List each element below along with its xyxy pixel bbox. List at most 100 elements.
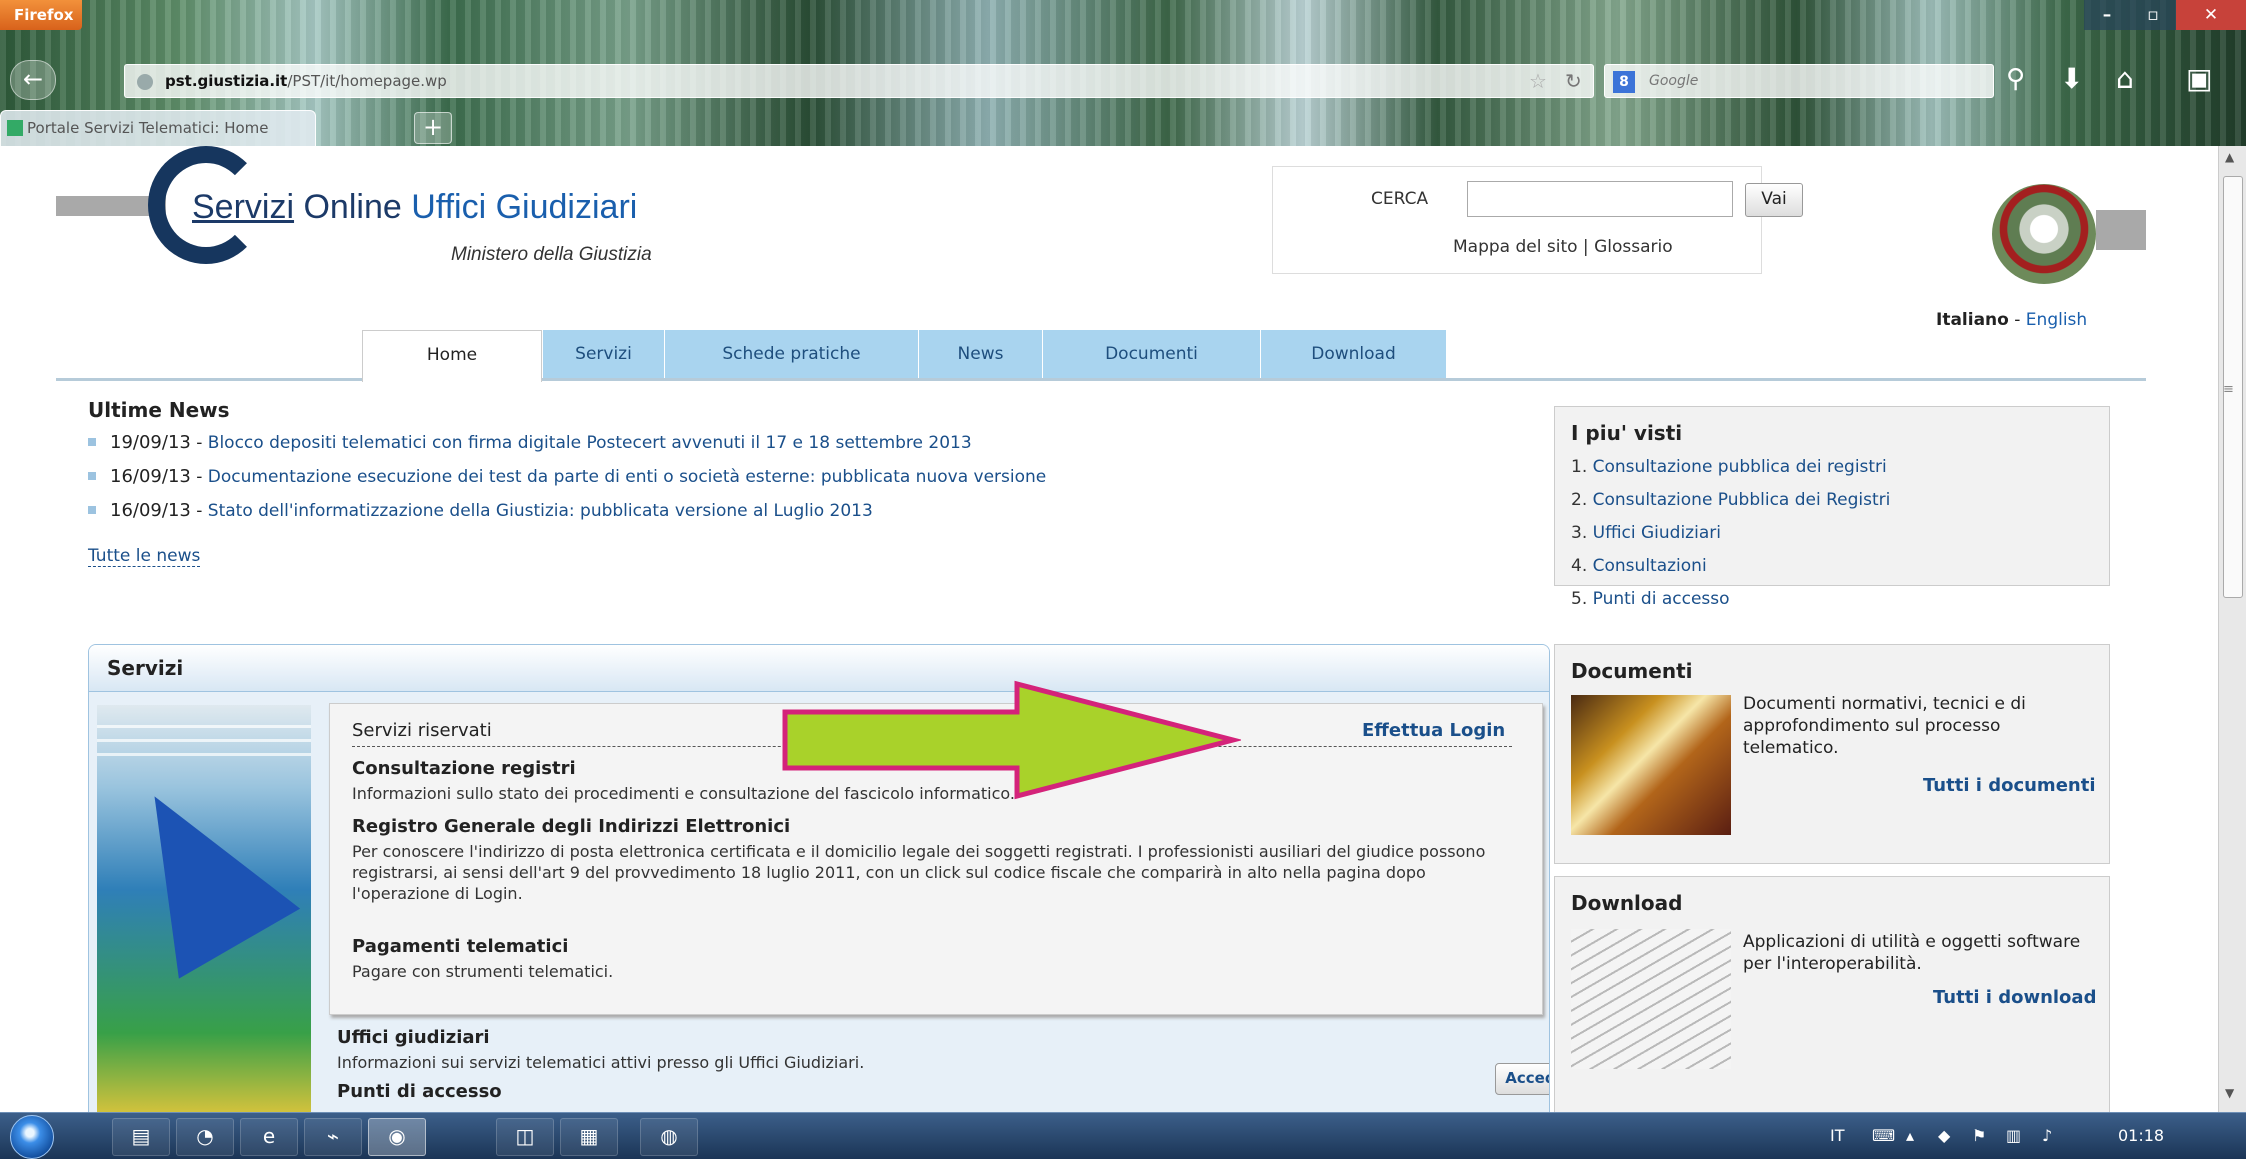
service-item[interactable]: Pagamenti telematici Pagare con strument… bbox=[352, 936, 1512, 982]
most-visited-box: I piu' visti 1. Consultazione pubblica d… bbox=[1554, 406, 2110, 609]
scroll-down-icon[interactable]: ▼ bbox=[2225, 1086, 2234, 1100]
news-link[interactable]: Stato dell'informatizzazione della Giust… bbox=[208, 501, 873, 521]
scroll-up-icon[interactable]: ▲ bbox=[2225, 150, 2234, 164]
vertical-scrollbar[interactable]: ▲ ≡ ▼ bbox=[2218, 146, 2246, 1112]
list-link[interactable]: Uffici Giudiziari bbox=[1593, 523, 1721, 543]
google-icon[interactable]: 8 bbox=[1613, 71, 1635, 93]
documents-image bbox=[1571, 695, 1731, 835]
list-link[interactable]: Consultazioni bbox=[1593, 556, 1707, 576]
search-label: CERCA bbox=[1371, 189, 1429, 209]
glossary-link[interactable]: Glossario bbox=[1594, 237, 1673, 257]
documenti-box: Documenti Documenti normativi, tecnici e… bbox=[1554, 644, 2110, 864]
news-list: 19/09/13 - Blocco depositi telematici co… bbox=[88, 432, 1046, 534]
search-bar[interactable]: 8 Google bbox=[1604, 64, 1994, 98]
news-link[interactable]: Blocco depositi telematici con firma dig… bbox=[208, 433, 972, 453]
taskbar-explorer-icon[interactable]: ▤ bbox=[112, 1118, 170, 1156]
site-identity-icon[interactable] bbox=[137, 74, 153, 90]
volume-icon[interactable]: ♪ bbox=[2042, 1126, 2052, 1145]
input-language-indicator[interactable]: IT bbox=[1830, 1126, 1845, 1145]
taskbar-app2-icon[interactable]: ▦ bbox=[560, 1118, 618, 1156]
uffici-title[interactable]: Uffici giudiziari bbox=[337, 1027, 1537, 1048]
action-center-flag-icon[interactable]: ⚑ bbox=[1972, 1126, 1986, 1145]
tab-news[interactable]: News bbox=[918, 330, 1042, 378]
list-item[interactable]: 3. Uffici Giudiziari bbox=[1571, 523, 1890, 556]
close-window-button[interactable]: ✕ bbox=[2176, 0, 2246, 30]
clock[interactable]: 01:18 bbox=[2118, 1126, 2164, 1145]
tray-expand-icon[interactable]: ▴ bbox=[1906, 1126, 1914, 1145]
logo-word-servizi: Servizi bbox=[192, 188, 295, 226]
all-downloads-link[interactable]: Tutti i download bbox=[1933, 987, 2096, 1008]
back-button[interactable]: ← bbox=[10, 60, 56, 100]
download-heading: Download bbox=[1571, 891, 1683, 915]
search-go-button[interactable]: Vai bbox=[1745, 183, 1803, 217]
lang-italiano[interactable]: Italiano bbox=[1936, 310, 2009, 330]
links-separator: | bbox=[1577, 237, 1595, 257]
list-number: 4. bbox=[1571, 556, 1588, 576]
search-magnifier-icon[interactable]: ⚲ bbox=[2006, 64, 2025, 94]
home-icon[interactable]: ⌂ bbox=[2116, 62, 2134, 95]
service-title[interactable]: Registro Generale degli Indirizzi Elettr… bbox=[352, 816, 1512, 837]
accedi-button[interactable]: Accedi bbox=[1495, 1063, 1549, 1095]
taskbar-acrobat-icon[interactable]: ⌁ bbox=[304, 1118, 362, 1156]
windows-taskbar: ▤ ◔ e ⌁ ◉ ◫ ▦ ◍ IT ⌨ ▴ ◆ ⚑ ▥ ♪ 01:18 bbox=[0, 1112, 2246, 1159]
news-sep: - bbox=[190, 467, 208, 487]
most-visited-list: 1. Consultazione pubblica dei registri 2… bbox=[1571, 457, 1890, 622]
security-tray-icon[interactable]: ◆ bbox=[1938, 1126, 1950, 1145]
site-search-input[interactable] bbox=[1467, 181, 1733, 217]
news-item: 16/09/13 - Documentazione esecuzione dei… bbox=[88, 466, 1046, 500]
lang-english[interactable]: English bbox=[2026, 310, 2087, 330]
taskbar-media-icon[interactable]: ◔ bbox=[176, 1118, 234, 1156]
all-documents-link[interactable]: Tutti i documenti bbox=[1923, 775, 2096, 796]
tab-servizi[interactable]: Servizi bbox=[542, 330, 664, 378]
service-item[interactable]: Registro Generale degli Indirizzi Elettr… bbox=[352, 816, 1512, 904]
address-bar[interactable]: pst.giustizia.it/PST/it/homepage.wp ☆ ↻ bbox=[124, 64, 1594, 98]
start-button[interactable] bbox=[10, 1115, 54, 1159]
minimize-button[interactable]: – bbox=[2084, 0, 2130, 30]
sitemap-link[interactable]: Mappa del sito bbox=[1453, 237, 1578, 257]
taskbar-app3-icon[interactable]: ◍ bbox=[640, 1118, 698, 1156]
downloads-icon[interactable]: ⬇ bbox=[2060, 62, 2083, 95]
bullet-icon bbox=[88, 472, 96, 480]
list-link[interactable]: Consultazione Pubblica dei Registri bbox=[1593, 490, 1891, 510]
browser-tab[interactable]: Portale Servizi Telematici: Home bbox=[0, 110, 316, 146]
tab-home[interactable]: Home bbox=[362, 330, 542, 382]
url-text: pst.giustizia.it/PST/it/homepage.wp bbox=[165, 72, 447, 90]
firefox-menu-button[interactable]: Firefox bbox=[0, 0, 82, 30]
bookmark-star-icon[interactable]: ☆ bbox=[1529, 69, 1547, 93]
keyboard-icon[interactable]: ⌨ bbox=[1872, 1126, 1895, 1145]
uffici-block: Uffici giudiziari Informazioni sui servi… bbox=[337, 1027, 1537, 1106]
list-number: 3. bbox=[1571, 523, 1588, 543]
bullet-icon bbox=[88, 438, 96, 446]
list-item[interactable]: 4. Consultazioni bbox=[1571, 556, 1890, 589]
reload-icon[interactable]: ↻ bbox=[1565, 69, 1582, 93]
url-path: /PST/it/homepage.wp bbox=[287, 72, 447, 90]
taskbar-app-icon[interactable]: ◫ bbox=[496, 1118, 554, 1156]
taskbar-ie-icon[interactable]: e bbox=[240, 1118, 298, 1156]
list-item[interactable]: 1. Consultazione pubblica dei registri bbox=[1571, 457, 1890, 490]
service-title[interactable]: Pagamenti telematici bbox=[352, 936, 1512, 957]
tab-documenti[interactable]: Documenti bbox=[1042, 330, 1260, 378]
news-item: 19/09/13 - Blocco depositi telematici co… bbox=[88, 432, 1046, 466]
site-search-box: CERCA Vai Mappa del sito | Glossario bbox=[1272, 166, 1803, 274]
network-icon[interactable]: ▥ bbox=[2006, 1126, 2021, 1145]
list-link[interactable]: Consultazione pubblica dei registri bbox=[1593, 457, 1887, 477]
maximize-button[interactable]: ▫ bbox=[2130, 0, 2176, 30]
login-link[interactable]: Effettua Login bbox=[1362, 720, 1505, 741]
taskbar-firefox-icon[interactable]: ◉ bbox=[368, 1118, 426, 1156]
new-tab-button[interactable]: + bbox=[414, 112, 452, 144]
list-number: 1. bbox=[1571, 457, 1588, 477]
all-news-link[interactable]: Tutte le news bbox=[88, 546, 201, 567]
bookmarks-menu-icon[interactable]: ▣ bbox=[2186, 62, 2212, 95]
tab-schede-pratiche[interactable]: Schede pratiche bbox=[664, 330, 918, 378]
list-item[interactable]: 2. Consultazione Pubblica dei Registri bbox=[1571, 490, 1890, 523]
list-link[interactable]: Punti di accesso bbox=[1593, 589, 1730, 609]
punti-title[interactable]: Punti di accesso bbox=[337, 1081, 1537, 1102]
news-link[interactable]: Documentazione esecuzione dei test da pa… bbox=[208, 467, 1046, 487]
tab-download[interactable]: Download bbox=[1260, 330, 1446, 378]
list-item[interactable]: 5. Punti di accesso bbox=[1571, 589, 1890, 622]
service-desc: Per conoscere l'indirizzo di posta elett… bbox=[352, 842, 1486, 903]
url-host: pst.giustizia.it bbox=[165, 72, 288, 90]
site-logo-title[interactable]: Servizi Online Uffici Giudiziari bbox=[192, 188, 637, 227]
documenti-heading: Documenti bbox=[1571, 659, 1693, 683]
service-desc: Pagare con strumenti telematici. bbox=[352, 962, 614, 981]
